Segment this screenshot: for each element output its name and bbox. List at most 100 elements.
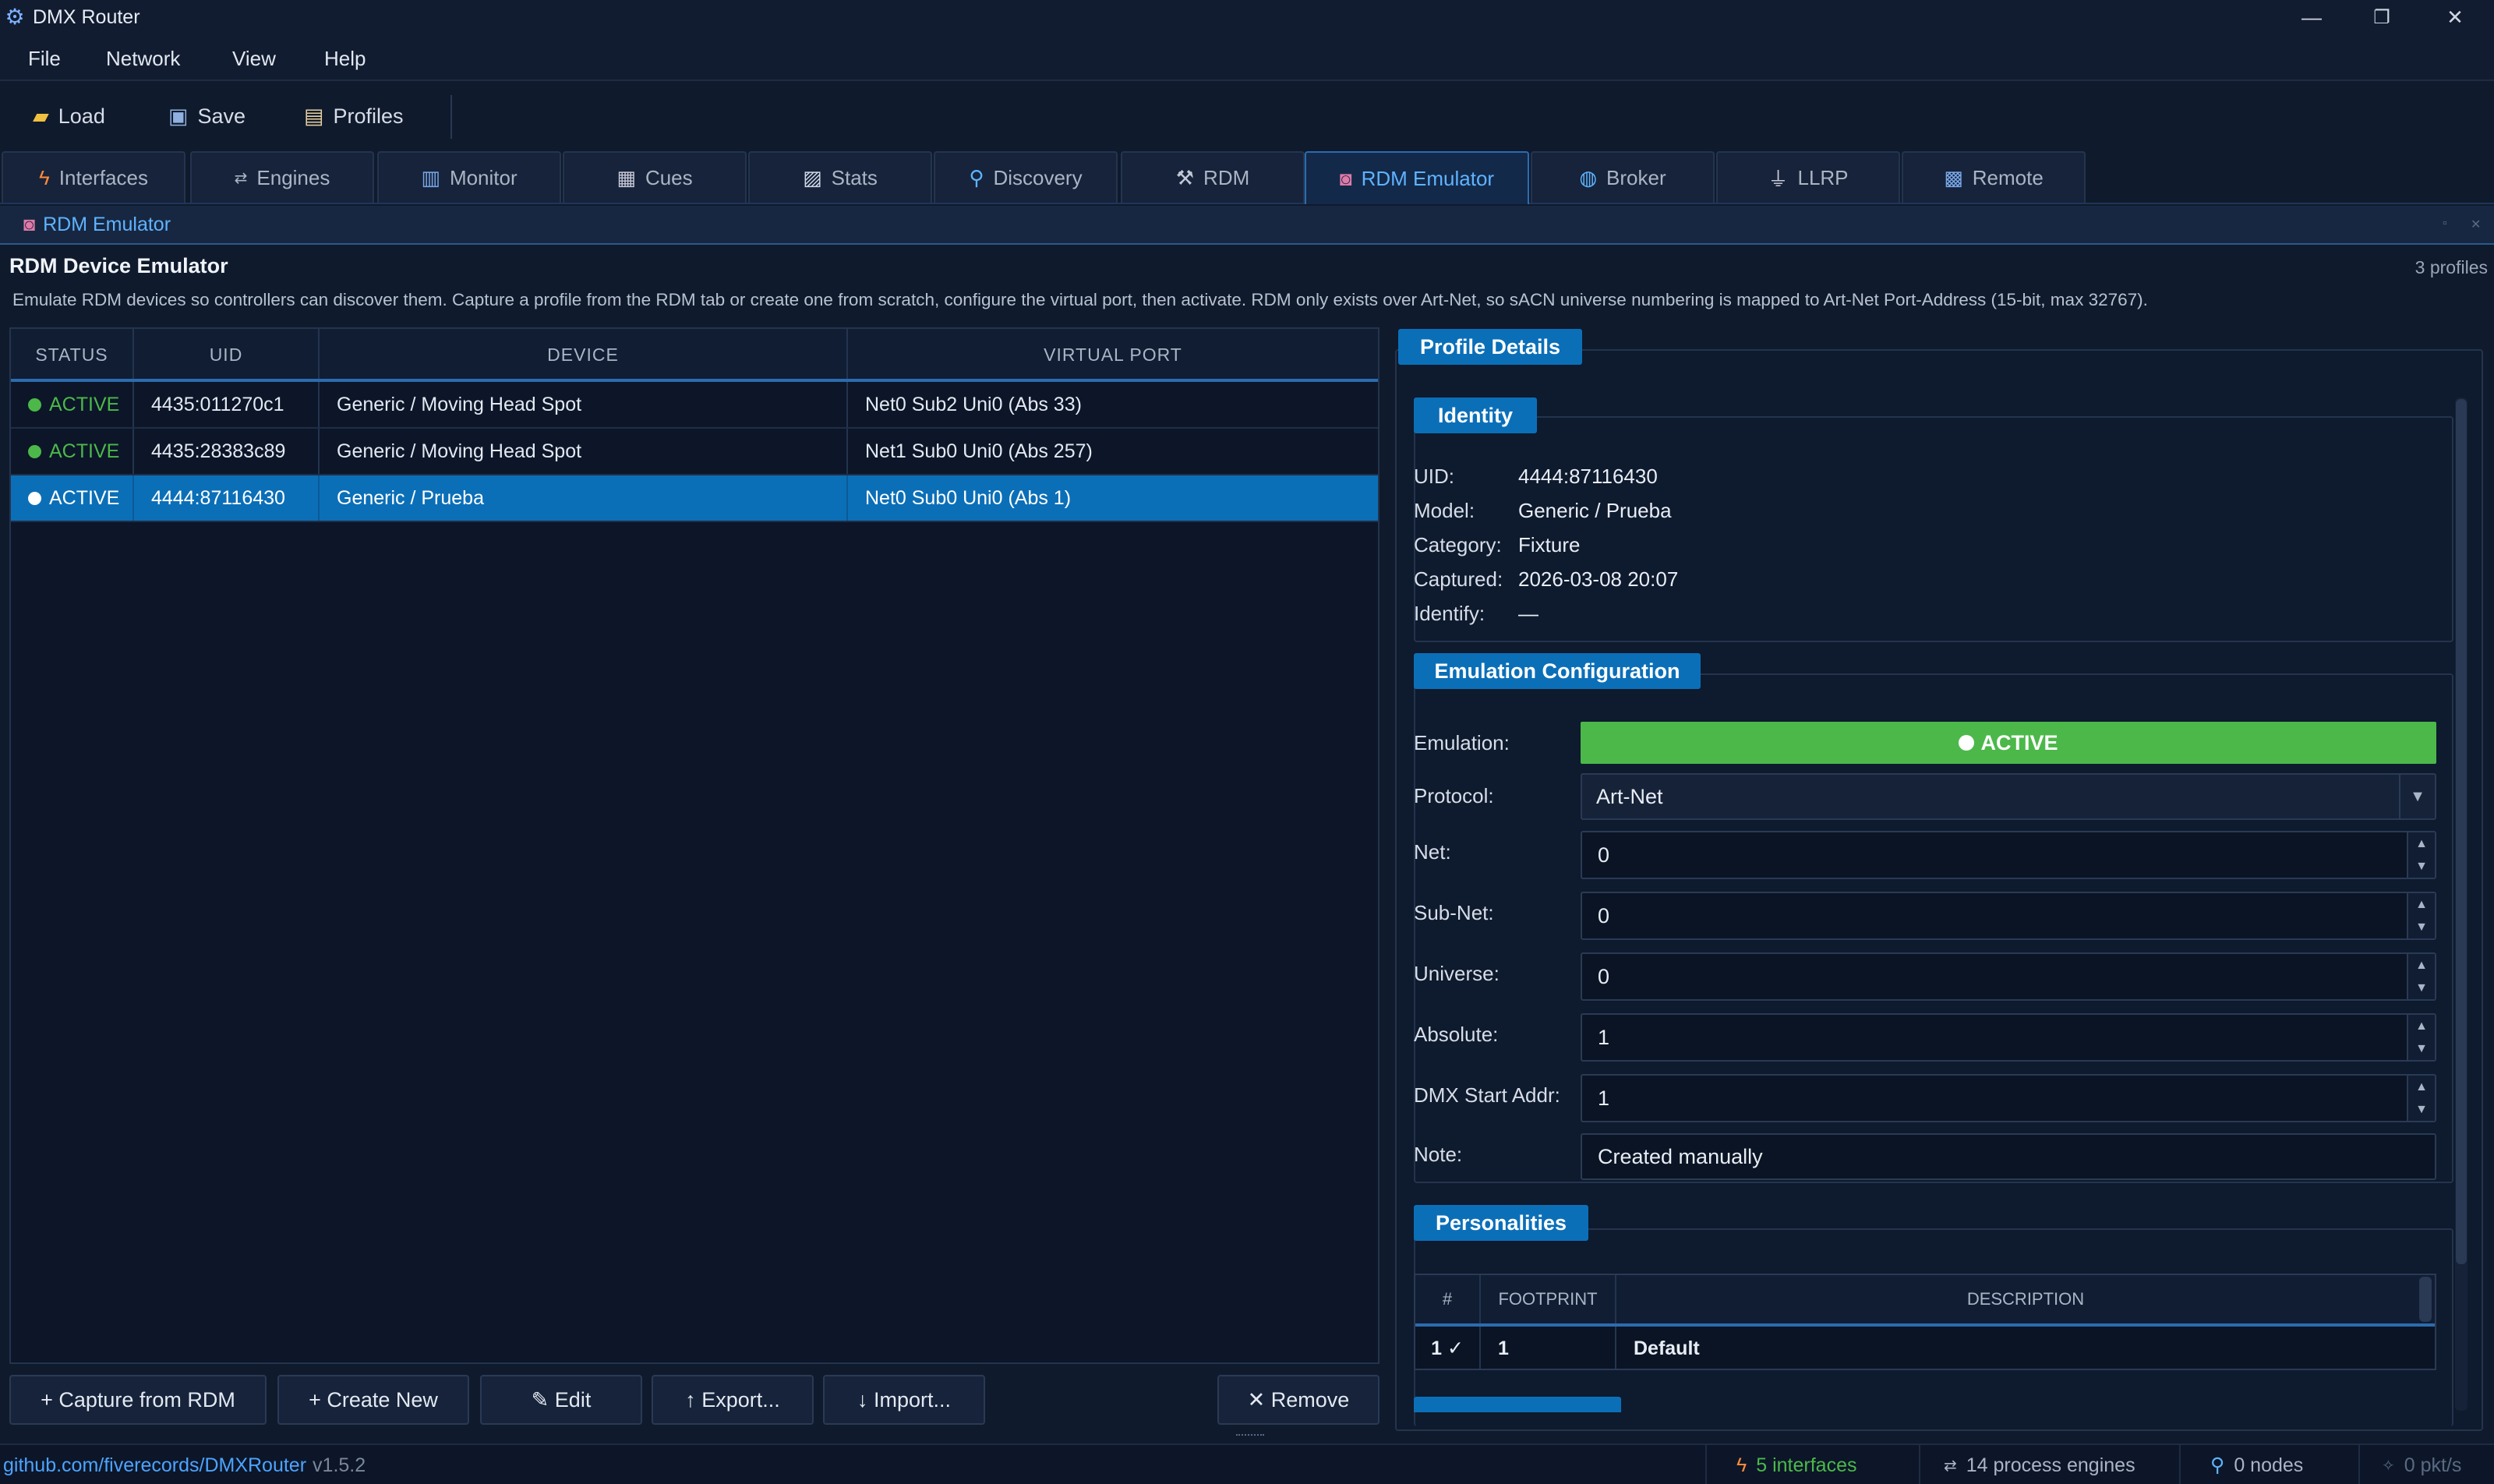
personalities-table: # FOOTPRINT DESCRIPTION 1 ✓ 1 Default xyxy=(1414,1274,2436,1370)
column-header-device[interactable]: DEVICE xyxy=(320,329,848,380)
uid-value: 4444:87116430 xyxy=(1518,465,1658,488)
dmx-start-stepper[interactable]: ▲ ▼ xyxy=(2407,1076,2435,1121)
personality-row[interactable]: 1 ✓ 1 Default xyxy=(1415,1327,2435,1369)
resize-grip-icon[interactable] xyxy=(1236,1434,1264,1439)
tab-engines[interactable]: ⇄ Engines xyxy=(190,151,374,203)
bar-chart-icon: ▥ xyxy=(421,165,440,189)
column-header-description[interactable]: DESCRIPTION xyxy=(1616,1275,2435,1323)
status-divider xyxy=(1919,1445,1920,1484)
spin-down-icon[interactable]: ▼ xyxy=(2408,977,2435,999)
column-header-num[interactable]: # xyxy=(1415,1275,1481,1323)
spin-down-icon[interactable]: ▼ xyxy=(2408,916,2435,938)
magnifier-icon: ⚲ xyxy=(969,165,984,189)
note-input[interactable]: Created manually xyxy=(1581,1133,2436,1180)
dmx-start-spinbox[interactable]: 1 ▲ ▼ xyxy=(1581,1074,2436,1122)
captured-label: Captured: xyxy=(1414,567,1503,591)
capture-from-rdm-button[interactable]: + Capture from RDM xyxy=(9,1375,267,1425)
page-description: Emulate RDM devices so controllers can d… xyxy=(12,290,2148,309)
arrows-icon: ⇄ xyxy=(234,169,248,187)
tab-interfaces[interactable]: ϟ Interfaces xyxy=(2,151,185,203)
table-scrollbar[interactable] xyxy=(2419,1277,2432,1322)
device-cell: Generic / Prueba xyxy=(320,475,848,521)
close-panel-icon[interactable]: ✕ xyxy=(2471,217,2481,232)
table-row[interactable]: ACTIVE 4435:011270c1 Generic / Moving He… xyxy=(11,382,1378,429)
import-button[interactable]: ↓ Import... xyxy=(823,1375,985,1425)
spin-down-icon[interactable]: ▼ xyxy=(2408,1098,2435,1121)
create-new-button[interactable]: + Create New xyxy=(277,1375,469,1425)
absolute-stepper[interactable]: ▲ ▼ xyxy=(2407,1015,2435,1060)
note-label: Note: xyxy=(1414,1143,1463,1166)
edit-button[interactable]: ✎ Edit xyxy=(480,1375,642,1425)
spin-up-icon[interactable]: ▲ xyxy=(2408,954,2435,977)
tab-cues[interactable]: ▦ Cues xyxy=(563,151,747,203)
profiles-button[interactable]: ▤ Profiles xyxy=(304,104,404,129)
column-header-status[interactable]: STATUS xyxy=(11,329,134,380)
universe-spinbox[interactable]: 0 ▲ ▼ xyxy=(1581,952,2436,1001)
universe-stepper[interactable]: ▲ ▼ xyxy=(2407,954,2435,999)
wrench-icon: ⚒ xyxy=(1175,165,1195,189)
spin-down-icon[interactable]: ▼ xyxy=(2408,1037,2435,1060)
details-scrollbar-thumb[interactable] xyxy=(2456,399,2467,1264)
spin-up-icon[interactable]: ▲ xyxy=(2408,1076,2435,1098)
load-button[interactable]: ▰ Load xyxy=(33,104,105,129)
personalities-title: Personalities xyxy=(1414,1205,1588,1241)
save-button[interactable]: ▣ Save xyxy=(168,104,246,129)
menu-view[interactable]: View xyxy=(232,47,276,71)
tab-remote[interactable]: ▩ Remote xyxy=(1902,151,2086,203)
column-header-virtual-port[interactable]: VIRTUAL PORT xyxy=(848,329,1378,380)
subnet-spinbox[interactable]: 0 ▲ ▼ xyxy=(1581,892,2436,940)
status-dot-icon xyxy=(28,398,41,412)
tab-llrp[interactable]: ⏚ LLRP xyxy=(1716,151,1900,203)
universe-label: Universe: xyxy=(1414,962,1500,985)
port-cell: Net0 Sub0 Uni0 (Abs 1) xyxy=(865,486,1072,509)
tab-stats[interactable]: ▨ Stats xyxy=(748,151,932,203)
subnet-value: 0 xyxy=(1598,903,1610,928)
column-header-uid[interactable]: UID xyxy=(134,329,320,380)
export-button[interactable]: ↑ Export... xyxy=(652,1375,814,1425)
load-label: Load xyxy=(58,104,105,128)
spin-down-icon[interactable]: ▼ xyxy=(2408,855,2435,878)
menu-file[interactable]: File xyxy=(28,47,61,71)
tab-broker[interactable]: ◍ Broker xyxy=(1531,151,1715,203)
close-button[interactable]: ✕ xyxy=(2421,0,2489,34)
remove-button[interactable]: ✕ Remove xyxy=(1217,1375,1379,1425)
repo-link[interactable]: github.com/fiverecords/DMXRouter xyxy=(3,1454,306,1477)
emulation-toggle-button[interactable]: ACTIVE xyxy=(1581,722,2436,764)
tab-monitor[interactable]: ▥ Monitor xyxy=(377,151,561,203)
menu-help[interactable]: Help xyxy=(324,47,366,71)
subnet-stepper[interactable]: ▲ ▼ xyxy=(2407,893,2435,938)
net-stepper[interactable]: ▲ ▼ xyxy=(2407,832,2435,878)
plug-icon: ⏚ xyxy=(1768,167,1789,191)
restore-button[interactable]: ❐ xyxy=(2347,0,2416,34)
status-link-group: github.com/fiverecords/DMXRouter v1.5.2 xyxy=(3,1445,366,1484)
splitter[interactable] xyxy=(1381,327,1387,1426)
table-row-selected[interactable]: ACTIVE 4444:87116430 Generic / Prueba Ne… xyxy=(11,475,1378,522)
port-cell: Net1 Sub0 Uni0 (Abs 257) xyxy=(865,440,1093,462)
spin-up-icon[interactable]: ▲ xyxy=(2408,893,2435,916)
protocol-value: Art-Net xyxy=(1596,784,1663,808)
magnifier-icon: ⚲ xyxy=(2210,1454,2225,1476)
menu-bar: File Network View Help xyxy=(0,34,2494,81)
pulse-icon: ✧ xyxy=(2382,1457,2395,1475)
lightning-icon: ϟ xyxy=(1736,1454,1747,1476)
absolute-label: Absolute: xyxy=(1414,1023,1499,1046)
spin-up-icon[interactable]: ▲ xyxy=(2408,1015,2435,1037)
minimize-button[interactable]: — xyxy=(2277,0,2346,34)
version-label: v1.5.2 xyxy=(313,1454,366,1476)
tab-discovery[interactable]: ⚲ Discovery xyxy=(934,151,1118,203)
profiles-table: STATUS UID DEVICE VIRTUAL PORT ACTIVE 44… xyxy=(9,327,1379,1364)
globe-icon: ◍ xyxy=(1579,165,1598,189)
absolute-spinbox[interactable]: 1 ▲ ▼ xyxy=(1581,1013,2436,1062)
spin-up-icon[interactable]: ▲ xyxy=(2408,832,2435,855)
chevron-down-icon[interactable]: ▼ xyxy=(2399,775,2435,818)
menu-network[interactable]: Network xyxy=(106,47,180,71)
tab-rdm[interactable]: ⚒ RDM xyxy=(1121,151,1305,203)
column-header-footprint[interactable]: FOOTPRINT xyxy=(1481,1275,1616,1323)
clipboard-icon: ▤ xyxy=(304,104,324,128)
table-row[interactable]: ACTIVE 4435:28383c89 Generic / Moving He… xyxy=(11,429,1378,475)
net-spinbox[interactable]: 0 ▲ ▼ xyxy=(1581,831,2436,879)
float-panel-icon[interactable]: ▫ xyxy=(2443,217,2447,231)
identify-label: Identify: xyxy=(1414,602,1485,625)
protocol-select[interactable]: Art-Net ▼ xyxy=(1581,773,2436,820)
tab-rdm-emulator[interactable]: ◙ RDM Emulator xyxy=(1305,151,1529,204)
